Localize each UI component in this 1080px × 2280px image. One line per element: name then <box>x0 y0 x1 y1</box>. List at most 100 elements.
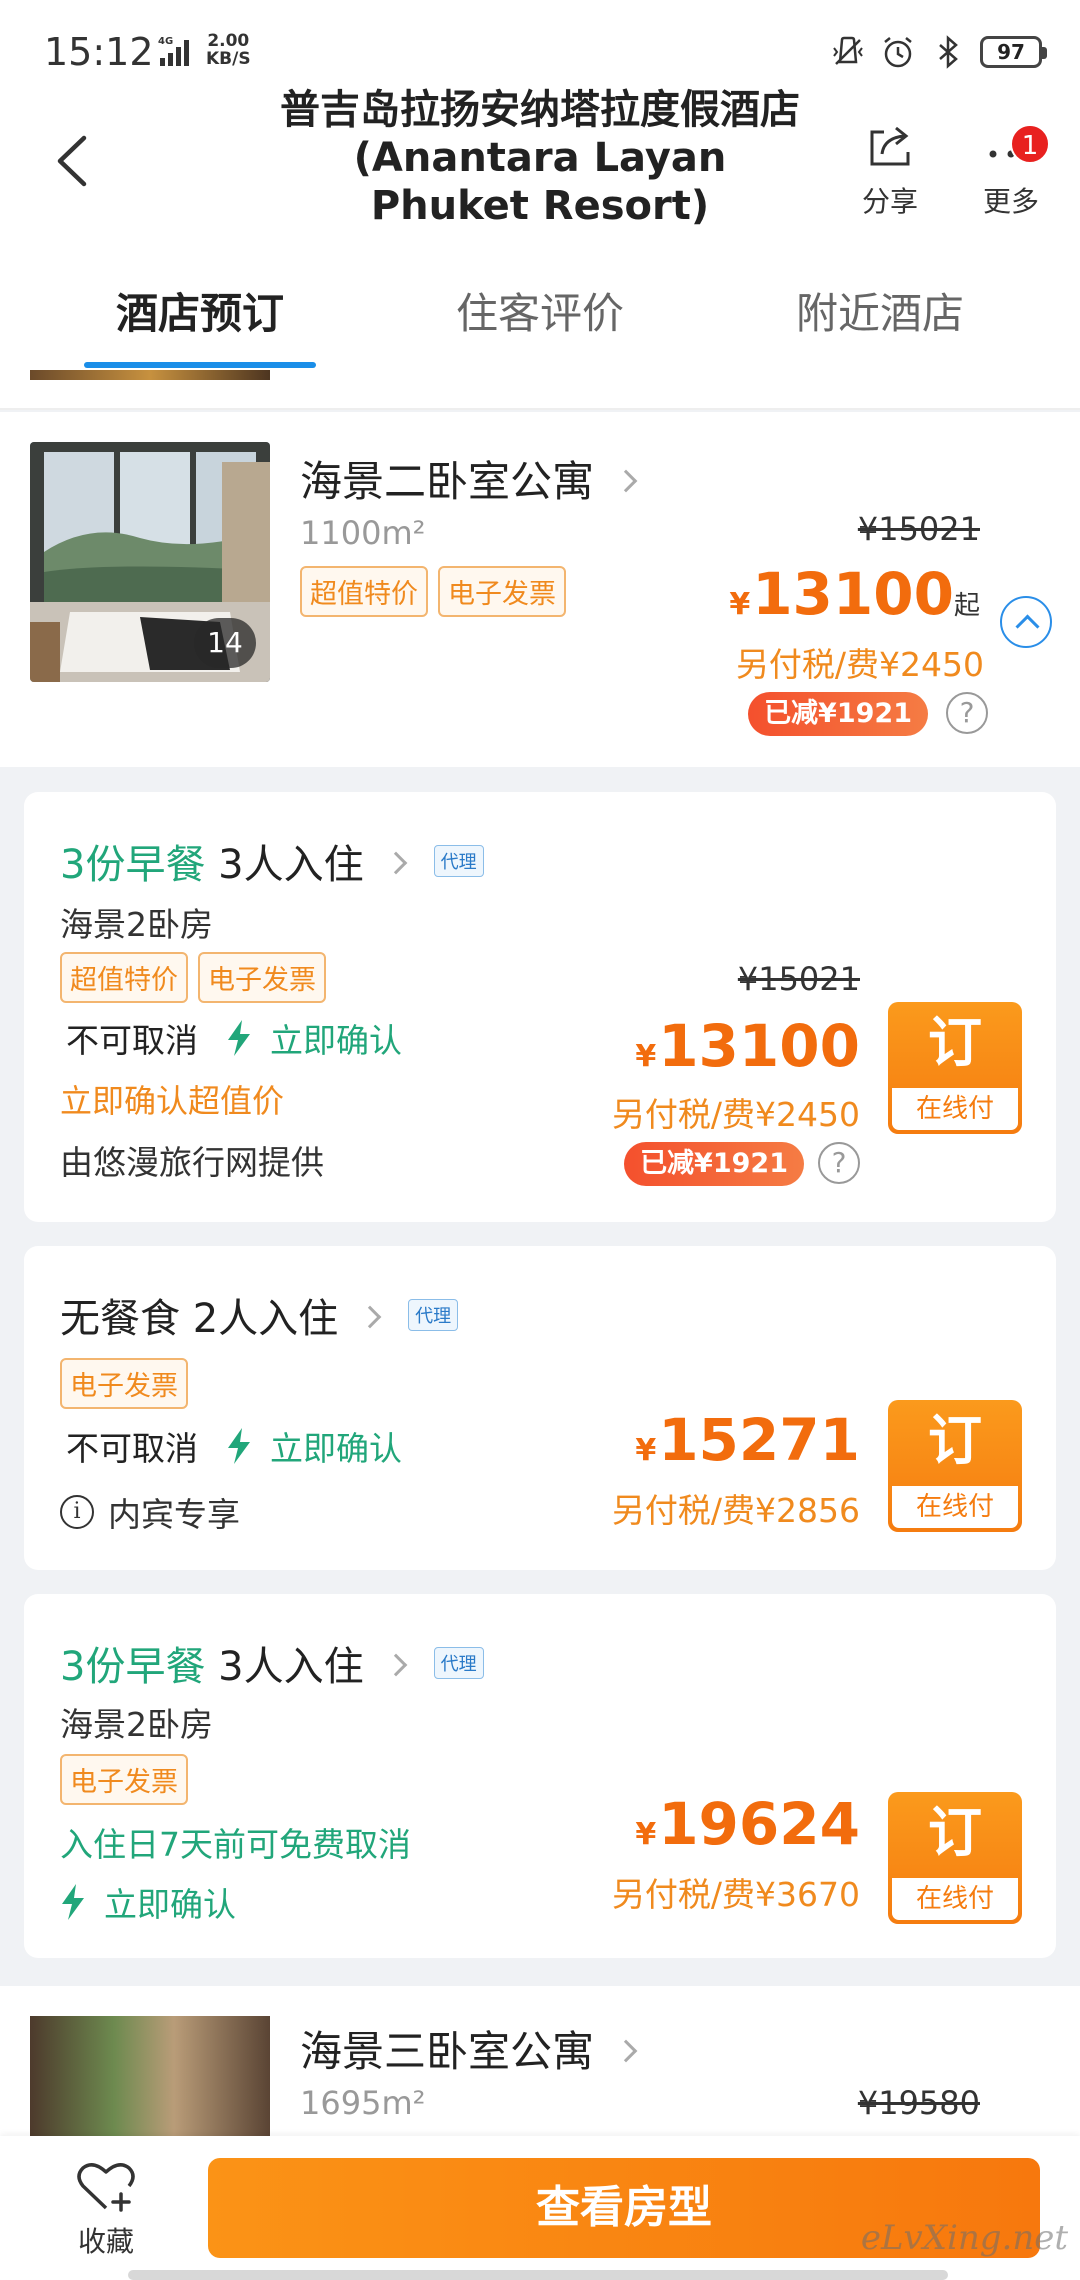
pay-online-label: 在线付 <box>892 1878 1018 1920</box>
more-button[interactable]: 更多 1 <box>966 120 1056 220</box>
tag-e-invoice: 电子发票 <box>60 1754 188 1805</box>
agent-tag: 代理 <box>433 845 484 877</box>
room-price: ¥13100起 <box>729 560 980 628</box>
room-tax: 另付税/费¥2450 <box>735 645 984 684</box>
speed-value: 2.00 <box>207 31 250 51</box>
offer-guests: 2人入住 <box>192 1296 339 1342</box>
offer-tax: 另付税/费¥2450 <box>611 1095 860 1134</box>
room-tags: 超值特价 电子发票 <box>300 566 566 617</box>
chevron-right-icon <box>384 1653 407 1677</box>
more-label: 更多 <box>982 185 1039 218</box>
network-speed: 2.00 KB/S <box>206 32 251 68</box>
book-label: 订 <box>928 1011 982 1074</box>
next-room-summary[interactable]: 海景三卧室公寓 1695m² ¥19580 <box>0 1986 1080 2140</box>
offer-price-value: 19624 <box>658 1790 860 1858</box>
lightning-icon <box>62 1884 84 1920</box>
book-button[interactable]: 订 在线付 <box>888 1400 1022 1532</box>
offer-note: 立即确认超值价 <box>60 1082 285 1120</box>
offer-policy-row: 不可取消 立即确认 <box>66 1422 402 1470</box>
offer-price: ¥13100 <box>635 1012 860 1080</box>
offer-tax: 另付税/费¥2856 <box>611 1491 860 1530</box>
offer-price: ¥15271 <box>635 1406 860 1474</box>
offer-tags: 电子发票 <box>60 1754 188 1805</box>
offer-guests: 3人入住 <box>218 842 364 888</box>
offer-info: 内宾专享 <box>108 1495 240 1534</box>
share-button[interactable]: 分享 <box>850 120 930 220</box>
room-name-text: 海景二卧室公寓 <box>300 457 595 506</box>
offer-meal: 无餐食 <box>60 1296 180 1342</box>
heart-plus-icon <box>77 2163 135 2212</box>
tag-e-invoice: 电子发票 <box>438 566 566 617</box>
next-room-original-price: ¥19580 <box>857 2084 980 2122</box>
offer-confirm-row: 立即确认 <box>60 1878 236 1926</box>
offer-tags: 超值特价 电子发票 <box>60 952 326 1003</box>
hotel-title: 普吉岛拉扬安纳塔拉度假酒店(Anantara Layan Phuket Reso… <box>280 87 800 229</box>
room-summary[interactable]: 14 海景二卧室公寓 1100m² 超值特价 电子发票 ¥15021 ¥1310… <box>0 412 1080 767</box>
offer-card[interactable]: 无餐食 2人入住 代理 电子发票 不可取消 立即确认 i 内宾专享 ¥15271 … <box>24 1246 1056 1570</box>
offer-title[interactable]: 无餐食 2人入住 代理 <box>60 1286 459 1344</box>
instant-confirm: 立即确认 <box>270 1429 402 1468</box>
bottom-action-bar: 收藏 查看房型 <box>0 2136 1080 2280</box>
help-icon[interactable]: ? <box>946 692 988 734</box>
offer-discount-badge: 已减¥1921 <box>624 1142 804 1186</box>
room-discount-badge: 已减¥1921 <box>748 692 928 736</box>
notification-badge: 1 <box>1010 124 1050 164</box>
room-photo[interactable]: 14 <box>30 442 270 682</box>
cancel-policy: 不可取消 <box>66 1021 198 1060</box>
favorite-label: 收藏 <box>77 2225 134 2258</box>
tab-guest-reviews[interactable]: 住客评价 <box>410 280 670 341</box>
chevron-right-icon <box>614 469 638 492</box>
chevron-right-icon <box>358 1305 382 1329</box>
offer-room-type: 海景2卧房 <box>60 1705 213 1744</box>
offer-card[interactable]: 3份早餐 3人入住 代理 海景2卧房 电子发票 入住日7天前可免费取消 立即确认 … <box>24 1594 1056 1958</box>
tag-e-invoice: 电子发票 <box>198 952 326 1003</box>
offer-tags: 电子发票 <box>60 1358 188 1409</box>
tab-hotel-booking[interactable]: 酒店预订 <box>70 280 330 341</box>
room-name[interactable]: 海景二卧室公寓 <box>300 448 638 509</box>
previous-room-sliver <box>0 370 1080 410</box>
share-icon <box>870 126 910 166</box>
book-button[interactable]: 订 在线付 <box>888 1792 1022 1924</box>
bluetooth-icon <box>939 35 958 69</box>
currency-symbol: ¥ <box>635 1817 657 1852</box>
offer-title[interactable]: 3份早餐 3人入住 代理 <box>60 1634 484 1692</box>
book-button[interactable]: 订 在线付 <box>888 1002 1022 1134</box>
pay-online-label: 在线付 <box>892 1486 1018 1528</box>
status-time: 15:12 <box>44 30 154 74</box>
offer-price-value: 13100 <box>658 1012 860 1080</box>
offer-price: ¥19624 <box>635 1790 860 1858</box>
offer-info-row: i 内宾专享 <box>60 1488 240 1536</box>
currency-symbol: ¥ <box>729 587 751 622</box>
tab-nearby-hotels[interactable]: 附近酒店 <box>750 280 1010 341</box>
tab-bar: 酒店预订 住客评价 附近酒店 <box>0 240 1080 370</box>
next-room-name[interactable]: 海景三卧室公寓 <box>300 2018 638 2079</box>
offer-room-type: 海景2卧房 <box>60 905 213 944</box>
battery-indicator: 97 <box>980 36 1047 68</box>
next-room-photo[interactable] <box>30 2016 270 2140</box>
instant-confirm: 立即确认 <box>104 1885 236 1924</box>
room-area: 1100m² <box>300 514 426 552</box>
info-icon: i <box>60 1495 94 1529</box>
favorite-button[interactable]: 收藏 <box>56 2158 156 2260</box>
back-arrow-icon[interactable] <box>40 126 110 196</box>
offer-card[interactable]: 3份早餐 3人入住 代理 海景2卧房 超值特价 电子发票 不可取消 立即确认 立即… <box>24 792 1056 1222</box>
next-room-name-text: 海景三卧室公寓 <box>300 2027 595 2076</box>
gesture-nav-bar[interactable] <box>128 2270 948 2280</box>
app-header: 普吉岛拉扬安纳塔拉度假酒店(Anantara Layan Phuket Reso… <box>0 87 1080 240</box>
lightning-icon <box>228 1020 250 1056</box>
status-bar: 15:12 4G 2.00 KB/S 97 <box>0 0 1080 100</box>
collapse-chevron-icon[interactable] <box>1000 596 1052 648</box>
offer-title[interactable]: 3份早餐 3人入住 代理 <box>60 832 484 890</box>
offer-tax: 另付税/费¥3670 <box>611 1875 860 1914</box>
status-icons: 97 <box>830 34 1047 70</box>
next-room-area: 1695m² <box>300 2084 426 2122</box>
offer-meal: 3份早餐 <box>60 1644 206 1690</box>
offer-provider: 由悠漫旅行网提供 <box>60 1143 324 1182</box>
room-price-value: 13100 <box>752 560 954 628</box>
lightning-icon <box>228 1428 250 1464</box>
chevron-right-icon <box>614 2039 638 2062</box>
currency-symbol: ¥ <box>635 1039 657 1074</box>
share-label: 分享 <box>861 185 918 218</box>
book-label: 订 <box>928 1409 982 1472</box>
help-icon[interactable]: ? <box>818 1142 860 1184</box>
